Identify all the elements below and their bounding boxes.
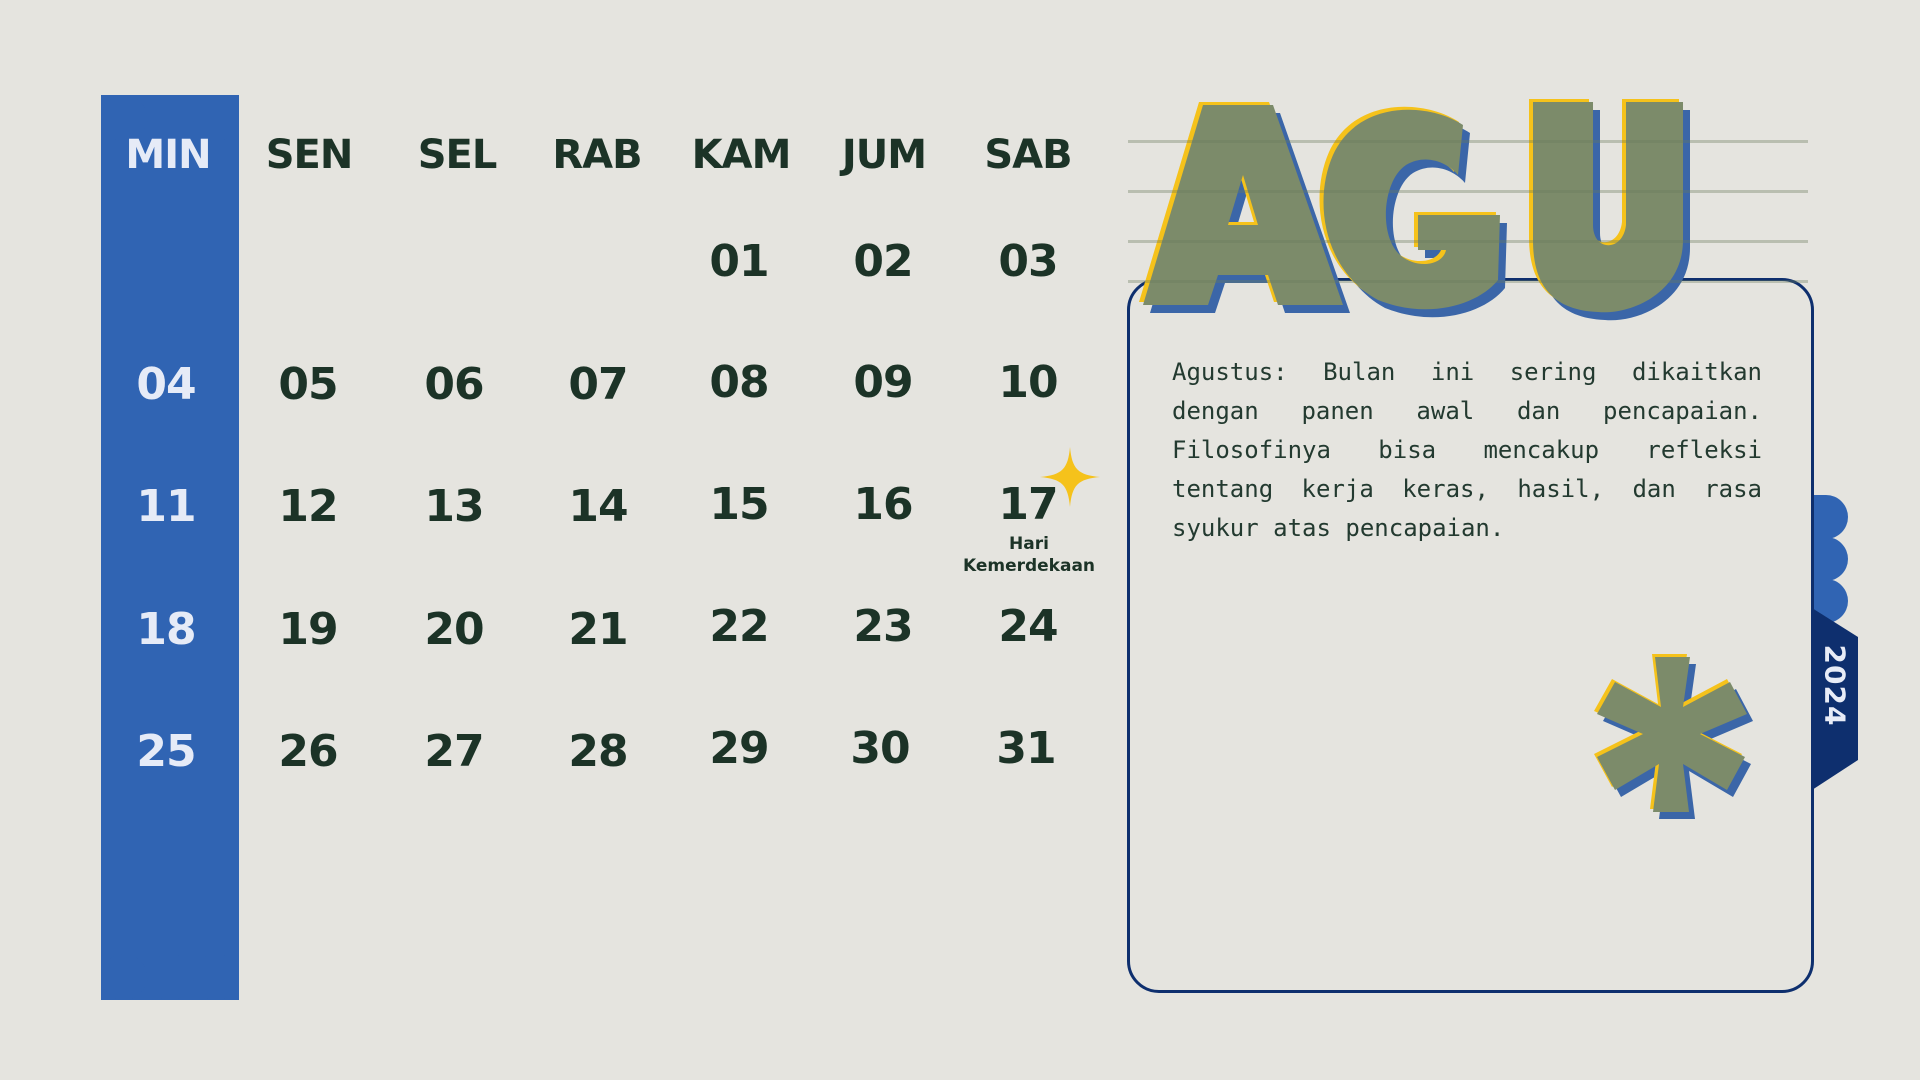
- day-name-rab: RAB: [552, 132, 642, 178]
- month-description: Agustus: Bulan ini sering dikaitkan deng…: [1172, 358, 1762, 542]
- date-cell: 29: [709, 723, 769, 774]
- date-cell: 21: [568, 604, 628, 655]
- day-name-kam: KAM: [691, 132, 792, 178]
- sunday-column-strip: [101, 95, 239, 1000]
- date-cell: 01: [709, 236, 769, 287]
- date-cell: 19: [278, 604, 338, 655]
- day-name-jum: JUM: [841, 132, 927, 178]
- day-name-min: MIN: [125, 132, 211, 178]
- date-cell-sunday: 25: [136, 726, 196, 777]
- date-cell: 30: [850, 723, 910, 774]
- day-name-sel: SEL: [417, 132, 498, 178]
- date-cell: 26: [278, 726, 338, 777]
- date-cell: 31: [996, 723, 1056, 774]
- date-cell: 12: [278, 481, 338, 532]
- sparkle-icon: [1040, 447, 1100, 507]
- date-cell: 28: [568, 726, 628, 777]
- date-cell-sunday: 11: [136, 481, 196, 532]
- date-cell: 03: [998, 236, 1058, 287]
- date-cell: 10: [998, 357, 1058, 408]
- date-cell: 16: [853, 479, 913, 530]
- date-cell-sunday: 04: [136, 359, 196, 410]
- asterisk-decoration: [1594, 654, 1753, 819]
- date-cell: 14: [568, 481, 628, 532]
- date-cell-sunday: 18: [136, 604, 196, 655]
- date-cell: 23: [853, 601, 913, 652]
- date-cell: 27: [424, 726, 484, 777]
- date-cell: 05: [278, 359, 338, 410]
- day-name-sab: SAB: [984, 132, 1072, 178]
- date-cell: 24: [998, 601, 1058, 652]
- date-cell: 06: [424, 359, 484, 410]
- date-cell: 02: [853, 236, 913, 287]
- date-cell: 08: [709, 357, 769, 408]
- year-label: 2024: [1818, 644, 1852, 726]
- date-cell: 07: [568, 359, 628, 410]
- date-cell: 09: [853, 357, 913, 408]
- date-cell: 13: [424, 481, 484, 532]
- month-title-agu: [1128, 99, 1808, 321]
- date-cell: 20: [424, 604, 484, 655]
- day-name-sen: SEN: [265, 132, 354, 178]
- year-label-wrap: 2024: [1812, 620, 1858, 750]
- date-cell: 22: [709, 601, 769, 652]
- date-cell: 15: [709, 479, 769, 530]
- holiday-label: Hari Kemerdekaan: [962, 534, 1096, 576]
